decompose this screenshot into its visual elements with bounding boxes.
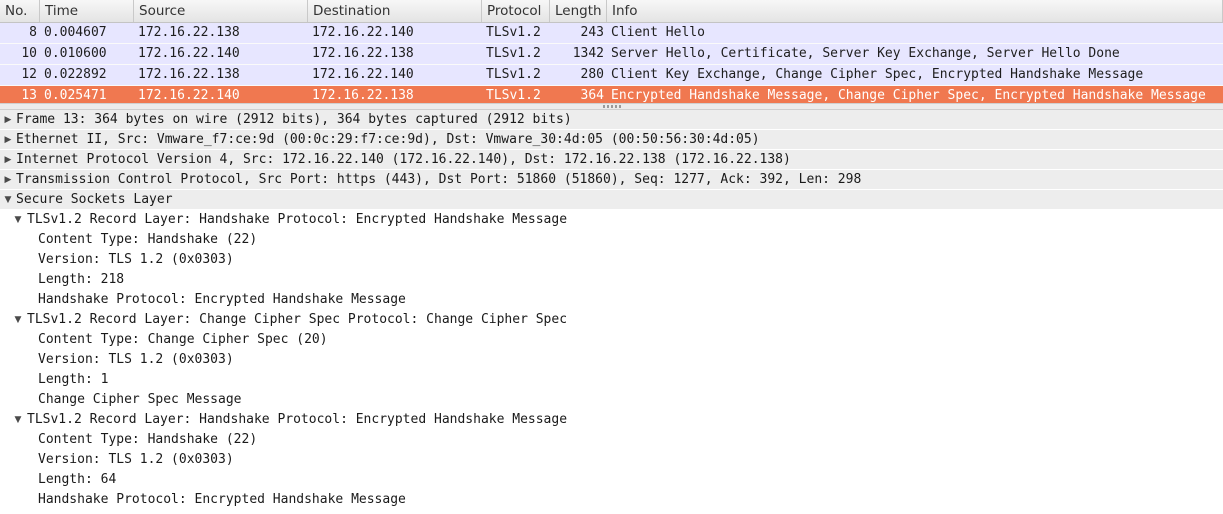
tree-item-label: TLSv1.2 Record Layer: Change Cipher Spec… — [27, 312, 568, 327]
packet-no: 12 — [21, 67, 37, 82]
column-header-source[interactable]: Source — [134, 0, 308, 22]
packet-time: 0.004607 — [44, 25, 107, 40]
triangle-right-icon[interactable]: ▶ — [3, 150, 13, 170]
packet-no: 10 — [21, 46, 37, 61]
packet-row[interactable]: 8 0.004607 172.16.22.138 172.16.22.140 T… — [0, 23, 1223, 44]
tree-field[interactable]: Length: 1 — [0, 370, 1223, 390]
packet-info: Client Key Exchange, Change Cipher Spec,… — [611, 67, 1144, 82]
column-header-protocol[interactable]: Protocol — [482, 0, 550, 22]
column-header-destination[interactable]: Destination — [308, 0, 482, 22]
packet-source: 172.16.22.138 — [138, 25, 240, 40]
packet-protocol: TLSv1.2 — [486, 25, 541, 40]
splitter-handle-icon — [602, 105, 621, 108]
tree-field[interactable]: Version: TLS 1.2 (0x0303) — [0, 350, 1223, 370]
tree-item-tls-record[interactable]: ▼ TLSv1.2 Record Layer: Change Cipher Sp… — [0, 310, 1223, 330]
packet-details-tree: ▶ Frame 13: 364 bytes on wire (2912 bits… — [0, 110, 1223, 514]
packet-destination: 172.16.22.140 — [312, 67, 414, 82]
tree-field[interactable]: Content Type: Handshake (22) — [0, 230, 1223, 250]
tree-item-label: Frame 13: 364 bytes on wire (2912 bits),… — [16, 112, 572, 127]
tree-item-tls-record[interactable]: ▼ TLSv1.2 Record Layer: Handshake Protoc… — [0, 210, 1223, 230]
triangle-down-icon[interactable]: ▼ — [13, 310, 23, 330]
column-header-info[interactable]: Info — [607, 0, 1223, 22]
tree-field[interactable]: Handshake Protocol: Encrypted Handshake … — [0, 490, 1223, 510]
tree-item-label: Ethernet II, Src: Vmware_f7:ce:9d (00:0c… — [16, 132, 760, 147]
tree-field[interactable]: Length: 64 — [0, 470, 1223, 490]
tree-field[interactable]: Content Type: Handshake (22) — [0, 430, 1223, 450]
tree-field[interactable]: Content Type: Change Cipher Spec (20) — [0, 330, 1223, 350]
packet-info: Server Hello, Certificate, Server Key Ex… — [611, 46, 1120, 61]
triangle-down-icon[interactable]: ▼ — [13, 210, 23, 230]
packet-length: 243 — [580, 25, 604, 40]
tree-field[interactable]: Change Cipher Spec Message — [0, 390, 1223, 410]
tree-field[interactable]: Length: 218 — [0, 270, 1223, 290]
tree-item-label: TLSv1.2 Record Layer: Handshake Protocol… — [27, 212, 568, 227]
triangle-right-icon[interactable]: ▶ — [3, 110, 13, 130]
packet-source: 172.16.22.138 — [138, 67, 240, 82]
packet-destination: 172.16.22.138 — [312, 46, 414, 61]
tree-item-frame[interactable]: ▶ Frame 13: 364 bytes on wire (2912 bits… — [0, 110, 1223, 130]
triangle-down-icon[interactable]: ▼ — [13, 410, 23, 430]
column-header-time[interactable]: Time — [40, 0, 134, 22]
triangle-right-icon[interactable]: ▶ — [3, 130, 13, 150]
tree-item-label: TLSv1.2 Record Layer: Handshake Protocol… — [27, 412, 568, 427]
packet-destination: 172.16.22.140 — [312, 25, 414, 40]
tree-field[interactable]: Handshake Protocol: Encrypted Handshake … — [0, 290, 1223, 310]
tree-item-tls-record[interactable]: ▼ TLSv1.2 Record Layer: Handshake Protoc… — [0, 410, 1223, 430]
packet-row[interactable]: 10 0.010600 172.16.22.140 172.16.22.138 … — [0, 44, 1223, 65]
tree-item-ethernet[interactable]: ▶ Ethernet II, Src: Vmware_f7:ce:9d (00:… — [0, 130, 1223, 150]
tree-item-label: Secure Sockets Layer — [16, 192, 173, 207]
packet-length: 280 — [580, 67, 604, 82]
column-header-no[interactable]: No. — [0, 0, 40, 22]
column-header-length[interactable]: Length — [550, 0, 607, 22]
packet-time: 0.022892 — [44, 67, 107, 82]
packet-time: 0.010600 — [44, 46, 107, 61]
packet-protocol: TLSv1.2 — [486, 46, 541, 61]
tree-field[interactable]: Version: TLS 1.2 (0x0303) — [0, 250, 1223, 270]
triangle-right-icon[interactable]: ▶ — [3, 170, 13, 190]
packet-row[interactable]: 12 0.022892 172.16.22.138 172.16.22.140 … — [0, 65, 1223, 86]
triangle-down-icon[interactable]: ▼ — [3, 190, 13, 210]
tree-field[interactable]: Version: TLS 1.2 (0x0303) — [0, 450, 1223, 470]
packet-info: Client Hello — [611, 25, 705, 40]
packet-list-header: No. Time Source Destination Protocol Len… — [0, 0, 1223, 23]
tree-item-label: Internet Protocol Version 4, Src: 172.16… — [16, 152, 791, 167]
tree-item-tcp[interactable]: ▶ Transmission Control Protocol, Src Por… — [0, 170, 1223, 190]
packet-list: No. Time Source Destination Protocol Len… — [0, 0, 1223, 106]
packet-source: 172.16.22.140 — [138, 46, 240, 61]
tree-item-ip[interactable]: ▶ Internet Protocol Version 4, Src: 172.… — [0, 150, 1223, 170]
packet-no: 8 — [29, 25, 37, 40]
pane-splitter[interactable] — [0, 103, 1223, 110]
tree-item-ssl[interactable]: ▼ Secure Sockets Layer — [0, 190, 1223, 210]
packet-protocol: TLSv1.2 — [486, 67, 541, 82]
tree-item-label: Transmission Control Protocol, Src Port:… — [16, 172, 862, 187]
packet-length: 1342 — [572, 46, 604, 61]
